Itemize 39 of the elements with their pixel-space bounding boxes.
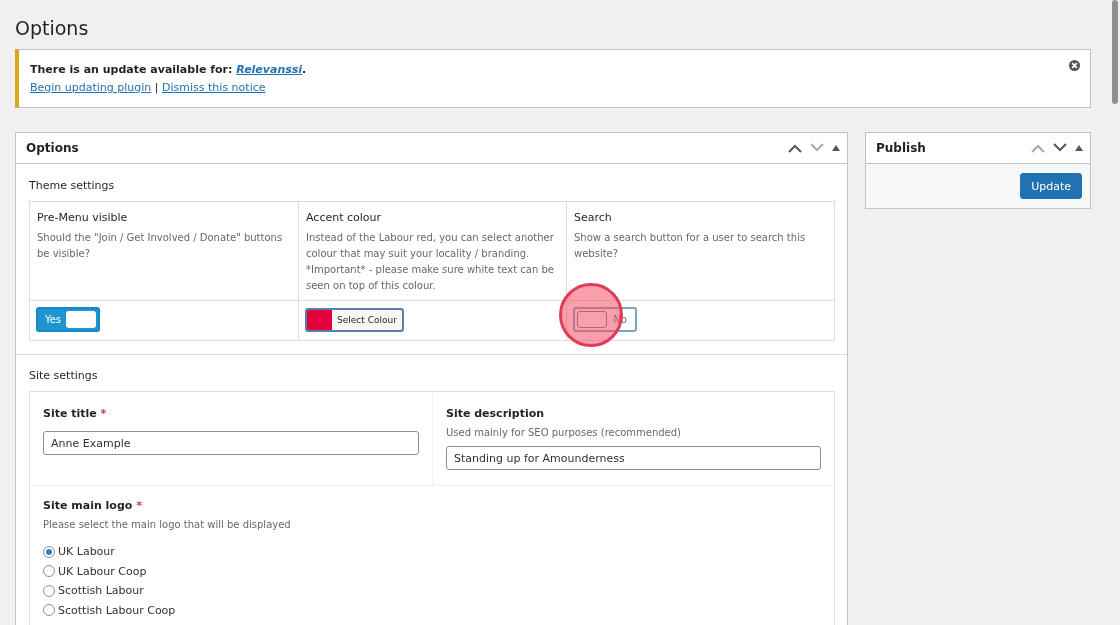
collapse-toggle-icon[interactable] — [831, 144, 841, 152]
move-down-icon[interactable] — [1052, 143, 1068, 153]
field-label: Site description — [446, 407, 546, 420]
notice-link[interactable]: Begin updating plugin — [30, 81, 152, 94]
setting-title: Search — [574, 211, 613, 224]
section-title: Site settings — [29, 368, 99, 384]
radio-label: UK Labour — [58, 545, 115, 559]
move-up-icon[interactable] — [787, 143, 803, 153]
required-mark: * — [100, 407, 107, 420]
collapse-toggle-icon[interactable] — [1074, 144, 1084, 152]
setting-description: Instead of the Labour red, you can select another colour that may suit your locality / branding. *Important* - please make sure white text can be seen on top of this colour. — [306, 231, 555, 293]
setting-description: Show a search button for a user to search this website? — [574, 231, 807, 261]
radio-button[interactable] — [43, 565, 55, 578]
radio-label: Scottish Labour Coop — [58, 603, 176, 617]
field-label: Site title * — [43, 407, 108, 420]
notice-link[interactable]: Dismiss this notice — [162, 81, 266, 94]
radio-label: UK Labour Coop — [58, 564, 147, 578]
radio-button[interactable] — [43, 604, 55, 617]
box-title: Options — [26, 141, 80, 155]
link-separator: | — [154, 81, 159, 94]
radio-label: Scottish Labour — [58, 584, 144, 598]
field-hint: Please select the main logo that will be displayed — [43, 519, 292, 530]
site-title-field[interactable]: Anne Example — [43, 431, 419, 455]
setting-title: Pre-Menu visible — [37, 211, 129, 224]
select-colour-button[interactable]: Select Colour — [305, 307, 404, 332]
field-label: Site main logo * — [43, 499, 143, 512]
field-hint: Used mainly for SEO purposes (recommended) — [446, 427, 682, 438]
page-title: Options — [15, 16, 90, 40]
site-description-field[interactable]: Standing up for Amounderness — [446, 446, 821, 470]
section-title: Theme settings — [29, 178, 116, 194]
close-icon[interactable] — [1069, 60, 1080, 71]
radio-button[interactable] — [43, 584, 55, 597]
toggle-switch[interactable]: Yes — [36, 307, 100, 332]
required-mark: * — [136, 499, 142, 512]
box-title: Publish — [876, 141, 927, 155]
radio-button[interactable] — [43, 545, 55, 558]
setting-title: Accent colour — [306, 211, 383, 224]
update-button[interactable]: Update — [1020, 173, 1082, 199]
setting-description: Should the "Join / Get Involved / Donate" buttons be visible? — [37, 231, 284, 261]
